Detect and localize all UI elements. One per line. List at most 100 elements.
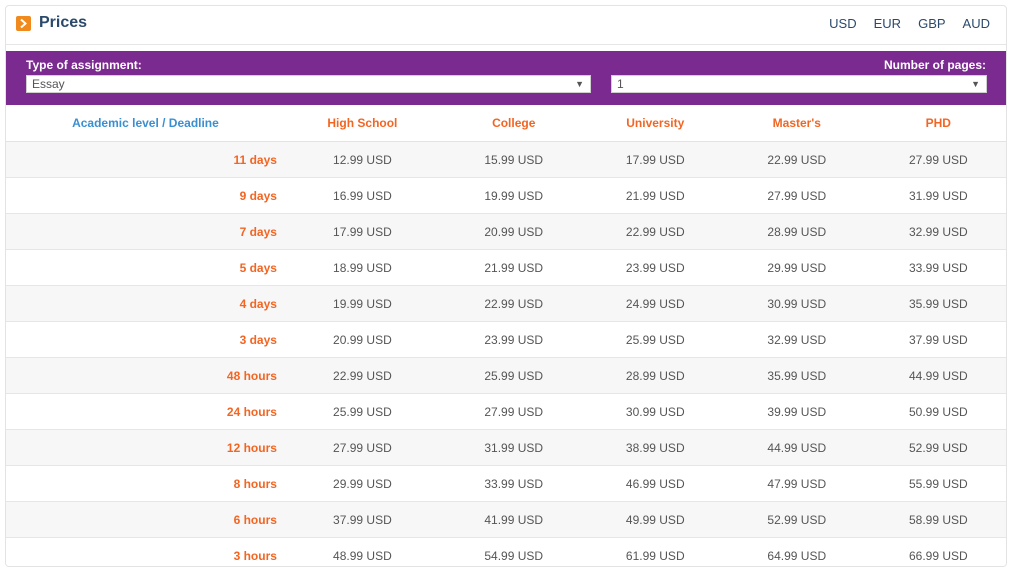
deadline-cell: 11 days	[6, 141, 285, 178]
currency-eur[interactable]: EUR	[874, 16, 901, 31]
price-cell: 38.99 USD	[587, 429, 723, 466]
price-cell: 31.99 USD	[870, 177, 1006, 214]
header-masters: Master's	[722, 105, 871, 142]
price-cell: 35.99 USD	[870, 285, 1006, 322]
price-cell: 16.99 USD	[284, 177, 440, 214]
price-cell: 19.99 USD	[284, 285, 440, 322]
table-row: 12 hours 27.99 USD 31.99 USD 38.99 USD 44.99…	[6, 429, 1006, 466]
price-cell: 52.99 USD	[722, 501, 871, 538]
pages-label: Number of pages:	[883, 58, 986, 72]
price-cell: 25.99 USD	[439, 357, 588, 394]
price-cell: 27.99 USD	[284, 429, 440, 466]
page-title: Prices	[39, 14, 88, 31]
table-body: 11 days 12.99 USD 15.99 USD 17.99 USD 22.99 …	[6, 141, 1006, 566]
price-cell: 23.99 USD	[587, 249, 723, 286]
currency-gbp[interactable]: GBP	[918, 16, 945, 31]
deadline-cell: 24 hours	[6, 393, 285, 430]
deadline-cell: 7 days	[6, 213, 285, 250]
prices-table: Academic level / Deadline High School Co…	[6, 105, 1006, 566]
price-cell: 19.99 USD	[439, 177, 588, 214]
price-cell: 27.99 USD	[870, 141, 1006, 178]
price-cell: 33.99 USD	[439, 465, 588, 502]
price-cell: 21.99 USD	[439, 249, 588, 286]
price-cell: 20.99 USD	[439, 213, 588, 250]
filter-bar: Type of assignment: Number of pages: Ess…	[6, 51, 1006, 105]
price-cell: 18.99 USD	[284, 249, 440, 286]
table-row: 9 days 16.99 USD 19.99 USD 21.99 USD 27.99 U…	[6, 177, 1006, 214]
deadline-cell: 9 days	[6, 177, 285, 214]
header-phd: PHD	[870, 105, 1006, 142]
deadline-cell: 4 days	[6, 285, 285, 322]
price-cell: 27.99 USD	[722, 177, 871, 214]
price-cell: 28.99 USD	[587, 357, 723, 394]
price-cell: 22.99 USD	[439, 285, 588, 322]
table-row: 48 hours 22.99 USD 25.99 USD 28.99 USD 35.99…	[6, 357, 1006, 394]
price-cell: 50.99 USD	[870, 393, 1006, 430]
table-header-row: Academic level / Deadline High School Co…	[6, 105, 1006, 142]
price-cell: 27.99 USD	[439, 393, 588, 430]
price-cell: 17.99 USD	[284, 213, 440, 250]
price-cell: 64.99 USD	[722, 537, 871, 566]
price-cell: 22.99 USD	[722, 141, 871, 178]
price-cell: 41.99 USD	[439, 501, 588, 538]
deadline-cell: 3 days	[6, 321, 285, 358]
pages-select[interactable]: 1 ▼	[611, 75, 987, 93]
table-row: 8 hours 29.99 USD 33.99 USD 46.99 USD 47.99 …	[6, 465, 1006, 502]
currency-switcher: USD EUR GBP AUD	[812, 16, 990, 31]
price-cell: 31.99 USD	[439, 429, 588, 466]
pages-value: 1	[617, 77, 624, 91]
deadline-cell: 3 hours	[6, 537, 285, 566]
price-cell: 44.99 USD	[870, 357, 1006, 394]
price-cell: 52.99 USD	[870, 429, 1006, 466]
price-cell: 46.99 USD	[587, 465, 723, 502]
deadline-cell: 6 hours	[6, 501, 285, 538]
price-cell: 55.99 USD	[870, 465, 1006, 502]
panel-header: Prices USD EUR GBP AUD	[6, 6, 1006, 45]
currency-usd[interactable]: USD	[829, 16, 856, 31]
price-cell: 20.99 USD	[284, 321, 440, 358]
price-cell: 54.99 USD	[439, 537, 588, 566]
price-cell: 22.99 USD	[587, 213, 723, 250]
price-cell: 21.99 USD	[587, 177, 723, 214]
price-cell: 37.99 USD	[870, 321, 1006, 358]
prices-panel: Prices USD EUR GBP AUD Type of assignmen…	[5, 5, 1007, 567]
price-cell: 30.99 USD	[587, 393, 723, 430]
price-cell: 30.99 USD	[722, 285, 871, 322]
deadline-cell: 12 hours	[6, 429, 285, 466]
assignment-type-label: Type of assignment:	[26, 58, 142, 72]
price-cell: 32.99 USD	[870, 213, 1006, 250]
table-row: 11 days 12.99 USD 15.99 USD 17.99 USD 22.99 …	[6, 141, 1006, 178]
price-cell: 29.99 USD	[284, 465, 440, 502]
price-cell: 17.99 USD	[587, 141, 723, 178]
deadline-cell: 48 hours	[6, 357, 285, 394]
table-row: 3 hours 48.99 USD 54.99 USD 61.99 USD 64.99 …	[6, 537, 1006, 566]
price-cell: 47.99 USD	[722, 465, 871, 502]
price-cell: 22.99 USD	[284, 357, 440, 394]
price-cell: 15.99 USD	[439, 141, 588, 178]
header-college: College	[439, 105, 588, 142]
price-cell: 25.99 USD	[284, 393, 440, 430]
price-cell: 58.99 USD	[870, 501, 1006, 538]
price-cell: 23.99 USD	[439, 321, 588, 358]
chevron-right-icon	[16, 16, 31, 31]
assignment-type-select[interactable]: Essay ▼	[26, 75, 591, 93]
table-row: 3 days 20.99 USD 23.99 USD 25.99 USD 32.99 U…	[6, 321, 1006, 358]
dropdown-arrow-icon: ▼	[971, 79, 980, 89]
price-cell: 32.99 USD	[722, 321, 871, 358]
header-academic-level: Academic level / Deadline	[6, 105, 285, 142]
price-cell: 28.99 USD	[722, 213, 871, 250]
price-cell: 24.99 USD	[587, 285, 723, 322]
table-row: 4 days 19.99 USD 22.99 USD 24.99 USD 30.99 U…	[6, 285, 1006, 322]
price-cell: 37.99 USD	[284, 501, 440, 538]
price-cell: 29.99 USD	[722, 249, 871, 286]
deadline-cell: 5 days	[6, 249, 285, 286]
assignment-type-value: Essay	[32, 77, 65, 91]
price-cell: 12.99 USD	[284, 141, 440, 178]
price-cell: 49.99 USD	[587, 501, 723, 538]
table-row: 5 days 18.99 USD 21.99 USD 23.99 USD 29.99 U…	[6, 249, 1006, 286]
price-cell: 66.99 USD	[870, 537, 1006, 566]
header-high-school: High School	[284, 105, 440, 142]
currency-aud[interactable]: AUD	[963, 16, 990, 31]
price-cell: 35.99 USD	[722, 357, 871, 394]
header-university: University	[587, 105, 723, 142]
